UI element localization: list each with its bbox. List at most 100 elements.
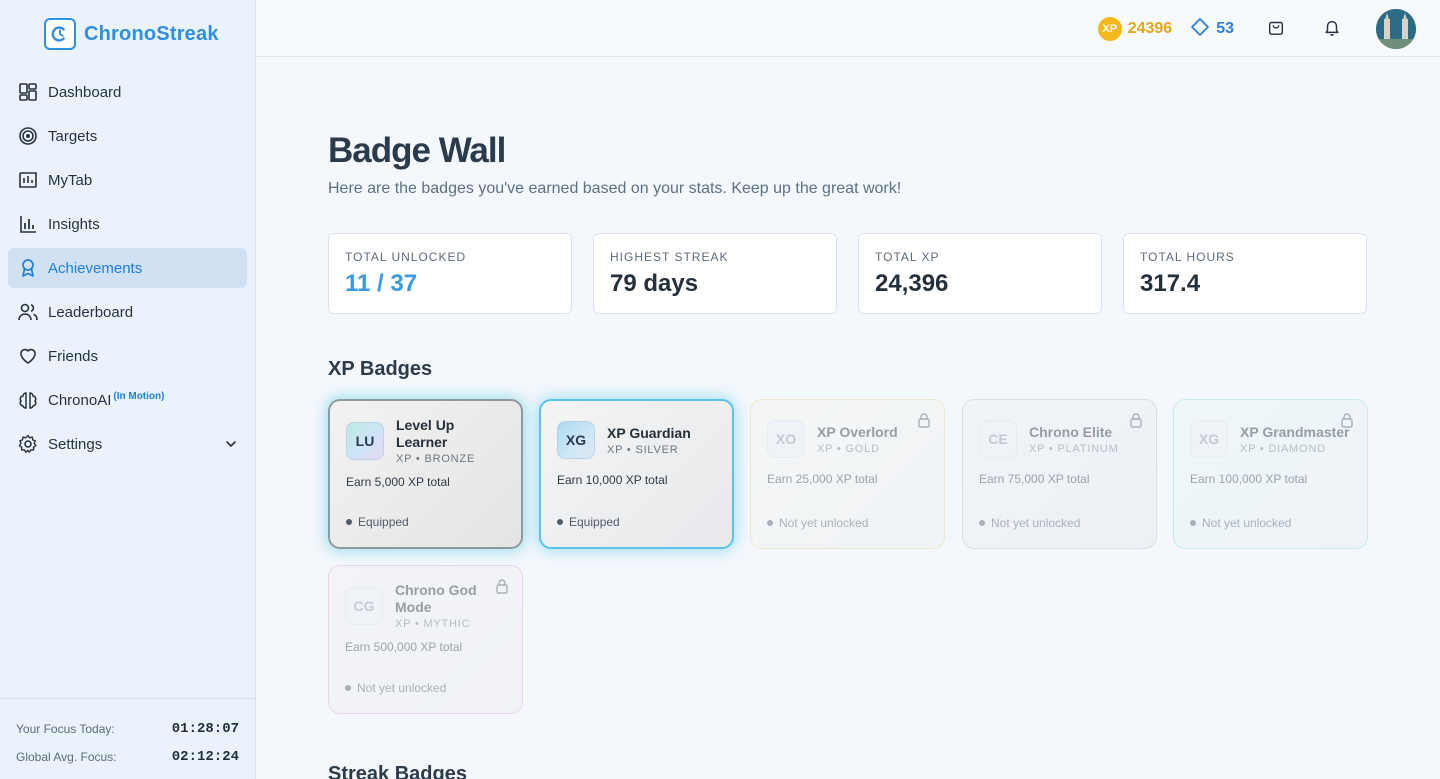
badge-requirement: Earn 10,000 XP total (557, 473, 668, 487)
badge-status-text: Equipped (569, 515, 620, 529)
status-dot (1190, 520, 1196, 526)
badge-monogram: XO (767, 420, 805, 458)
stat-total-hours: TOTAL HOURS 317.4 (1123, 233, 1367, 314)
section-title-xp-badges: XP Badges (328, 358, 433, 380)
avatar[interactable] (1376, 9, 1416, 49)
stat-label: TOTAL HOURS (1140, 250, 1235, 264)
notifications-button[interactable] (1320, 17, 1344, 41)
diamond-icon (1190, 17, 1210, 42)
main-content: Badge Wall Here are the badges you've ea… (256, 57, 1440, 779)
sidebar-item-label: Achievements (48, 259, 143, 277)
shop-button[interactable] (1264, 17, 1288, 41)
badge-status-text: Equipped (358, 515, 409, 529)
badge-card-level-up-learner[interactable]: LU Level Up Learner XP • BRONZE Earn 5,0… (328, 399, 523, 549)
focus-today-row: Your Focus Today: 01:28:07 (16, 715, 239, 743)
sidebar-item-friends[interactable]: Friends (8, 336, 247, 376)
gear-icon (18, 434, 38, 454)
sidebar-item-leaderboard[interactable]: Leaderboard (8, 292, 247, 332)
badge-status: Not yet unlocked (1190, 516, 1291, 530)
badge-header: XG XP Grandmaster XP • DIAMOND (1190, 416, 1351, 462)
badge-requirement: Earn 100,000 XP total (1190, 472, 1308, 486)
badge-status: Not yet unlocked (979, 516, 1080, 530)
badge-titles: Chrono God Mode XP • MYTHIC (395, 582, 506, 630)
stat-total-xp: TOTAL XP 24,396 (858, 233, 1102, 314)
badge-header: LU Level Up Learner XP • BRONZE (346, 417, 505, 465)
badge-name: XP Grandmaster (1240, 423, 1350, 440)
badge-tier: XP • MYTHIC (395, 618, 471, 630)
sidebar-item-label: Insights (48, 215, 100, 233)
sidebar-item-mytab[interactable]: MyTab (8, 160, 247, 200)
sidebar-item-settings[interactable]: Settings (8, 424, 247, 464)
xp-coin-icon: XP (1097, 17, 1122, 41)
stat-value: 24,396 (875, 270, 949, 297)
badge-tier: XP • PLATINUM (1029, 442, 1119, 455)
stat-value: 79 days (610, 270, 699, 297)
badge-card-chrono-god-mode[interactable]: CG Chrono God Mode XP • MYTHIC Earn 500,… (328, 565, 523, 714)
global-avg-value: 02:12:24 (171, 749, 239, 765)
brand[interactable]: ChronoStreak (44, 18, 219, 50)
badge-titles: XP Guardian XP • SILVER (607, 425, 691, 456)
badge-status: Not yet unlocked (767, 516, 868, 530)
avatar-image (1376, 9, 1416, 49)
badge-monogram: CE (979, 420, 1017, 458)
badge-name: XP Overlord (817, 423, 898, 440)
badge-status: Not yet unlocked (345, 681, 446, 695)
xp-counter[interactable]: XP 24396 (1097, 17, 1172, 41)
badge-header: XO XP Overlord XP • GOLD (767, 416, 928, 462)
badge-status-text: Not yet unlocked (991, 516, 1081, 530)
badge-tier: XP • DIAMOND (1240, 442, 1326, 455)
badge-monogram: XG (1190, 420, 1228, 458)
global-avg-label: Global Avg. Focus: (16, 750, 117, 764)
lock-icon (916, 412, 932, 428)
chart-box-icon (18, 170, 38, 190)
sidebar-item-label: Leaderboard (48, 303, 134, 321)
sidebar-item-achievements[interactable]: Achievements (8, 248, 247, 288)
sidebar-item-label: Settings (48, 435, 103, 453)
badge-requirement: Earn 75,000 XP total (979, 472, 1090, 486)
badge-requirement: Earn 5,000 XP total (346, 475, 450, 489)
sidebar-item-insights[interactable]: Insights (8, 204, 247, 244)
users-icon (18, 302, 38, 322)
badge-card-chrono-elite[interactable]: CE Chrono Elite XP • PLATINUM Earn 75,00… (962, 399, 1157, 549)
heart-icon (18, 346, 38, 366)
brand-name: ChronoStreak (84, 22, 219, 45)
global-avg-row: Global Avg. Focus: 02:12:24 (16, 743, 239, 771)
topbar-actions: XP 24396 53 (1097, 9, 1416, 49)
badge-titles: Level Up Learner XP • BRONZE (396, 417, 505, 465)
sidebar-item-label: Dashboard (48, 83, 122, 101)
status-dot (767, 520, 773, 526)
badge-titles: XP Grandmaster XP • DIAMOND (1240, 424, 1349, 455)
badge-requirement: Earn 500,000 XP total (345, 640, 463, 654)
badge-header: CE Chrono Elite XP • PLATINUM (979, 416, 1140, 462)
badge-card-xp-overlord[interactable]: XO XP Overlord XP • GOLD Earn 25,000 XP … (750, 399, 945, 549)
stat-label: TOTAL XP (875, 250, 940, 264)
badge-status-text: Not yet unlocked (357, 681, 447, 695)
sidebar-item-label: Friends (48, 347, 99, 365)
sidebar-item-targets[interactable]: Targets (8, 116, 247, 156)
badge-name: XP Guardian (607, 424, 691, 441)
stat-value: 317.4 (1140, 270, 1201, 297)
sidebar-item-label: Targets (48, 127, 98, 145)
badge-name: Level Up Learner (396, 417, 455, 450)
status-dot (557, 519, 563, 525)
sidebar-item-chronoai[interactable]: ChronoAI (In Motion) (8, 380, 247, 420)
badge-tier: XP • BRONZE (396, 453, 476, 465)
badge-status: Equipped (557, 515, 620, 529)
badge-card-xp-guardian[interactable]: XG XP Guardian XP • SILVER Earn 10,000 X… (539, 399, 734, 549)
sidebar-item-dashboard[interactable]: Dashboard (8, 72, 247, 112)
stat-label: TOTAL UNLOCKED (345, 250, 467, 264)
status-dot (345, 685, 351, 691)
chevron-down-icon[interactable] (223, 436, 239, 452)
badge-tier: XP • SILVER (607, 443, 679, 456)
badge-requirement: Earn 25,000 XP total (767, 472, 878, 486)
stat-highest-streak: HIGHEST STREAK 79 days (593, 233, 837, 314)
gem-counter[interactable]: 53 (1190, 17, 1234, 42)
lock-icon (1339, 412, 1355, 428)
badge-card-xp-grandmaster[interactable]: XG XP Grandmaster XP • DIAMOND Earn 100,… (1173, 399, 1368, 549)
badge-name: Chrono Elite (1029, 423, 1113, 440)
status-dot (346, 519, 352, 525)
badge-titles: XP Overlord XP • GOLD (817, 424, 898, 455)
focus-today-value: 01:28:07 (171, 721, 239, 737)
shopping-bag-icon (1267, 18, 1285, 41)
badge-monogram: CG (345, 587, 383, 625)
